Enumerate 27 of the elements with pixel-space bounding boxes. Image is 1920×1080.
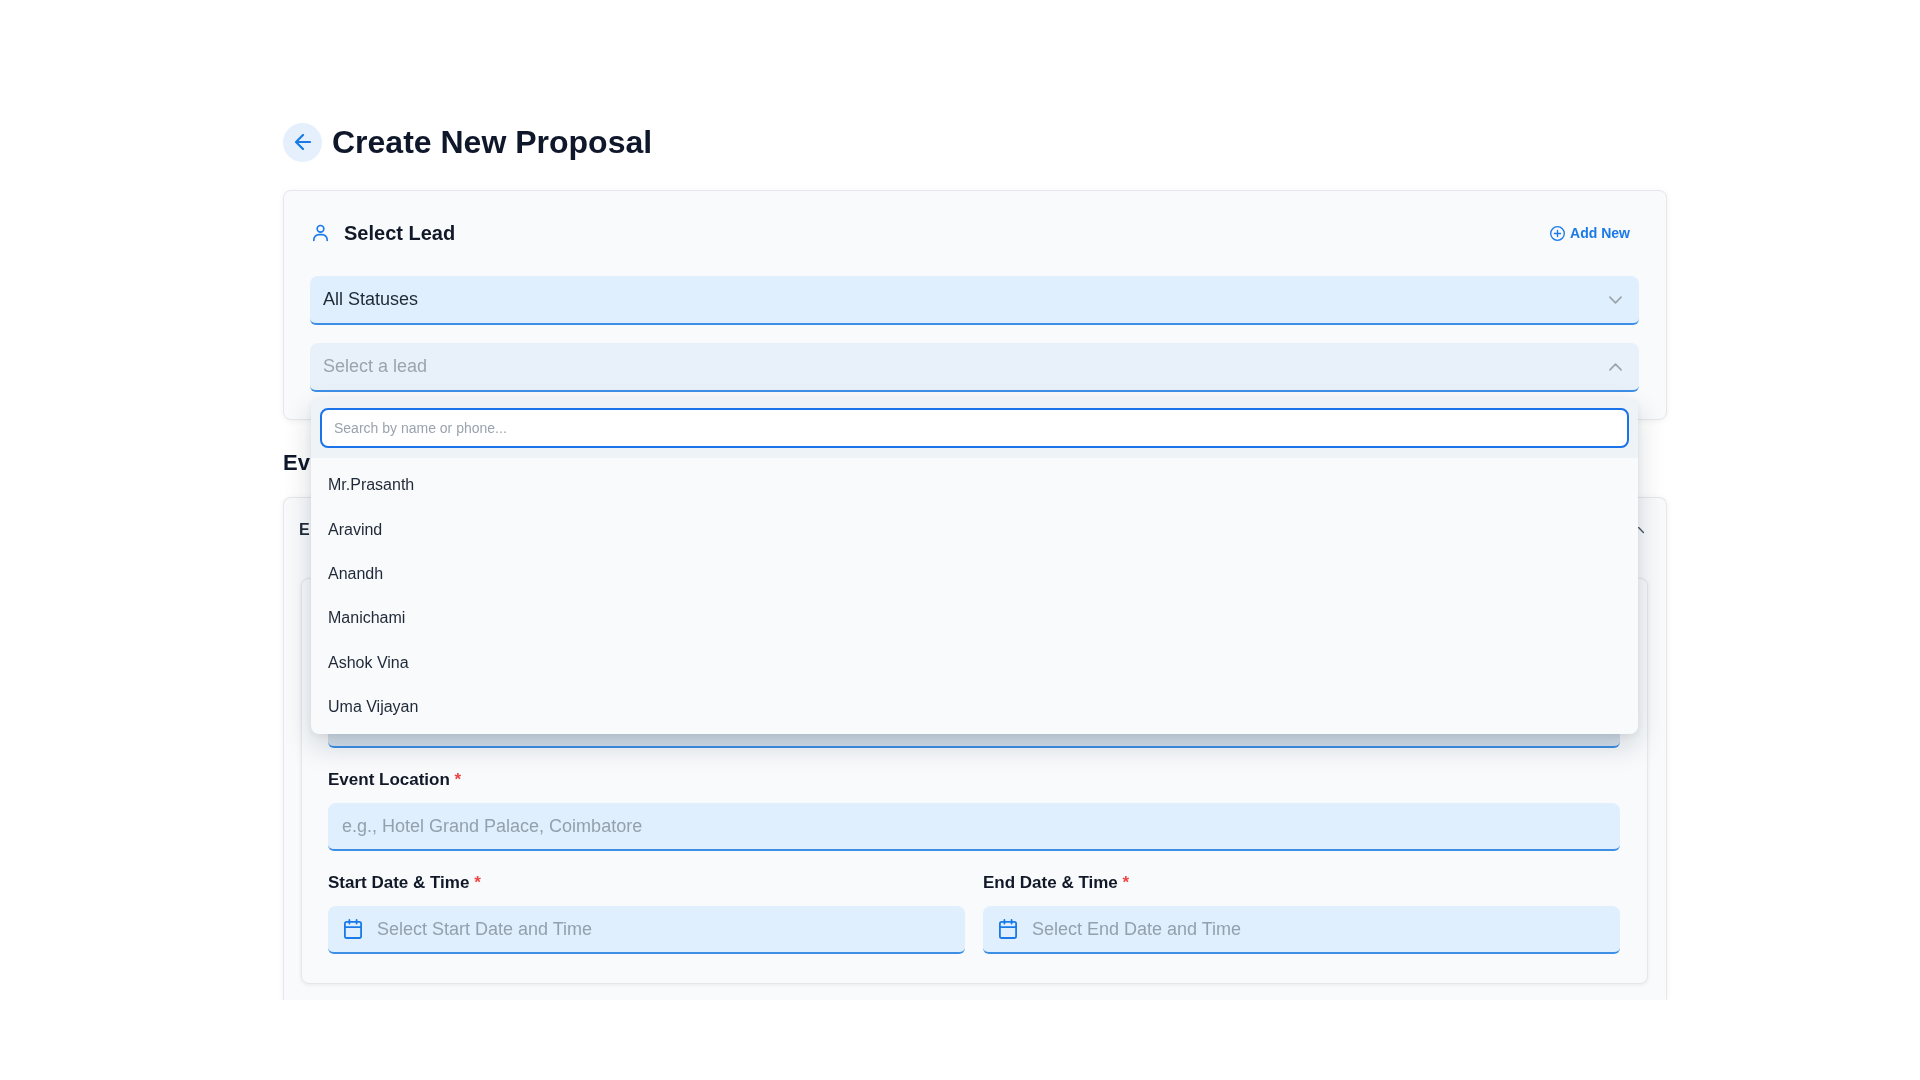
- location-input[interactable]: e.g., Hotel Grand Palace, Coimbatore: [328, 803, 1620, 851]
- section-title: Select Lead: [344, 221, 456, 245]
- page-title: Create New Proposal: [332, 123, 653, 162]
- status-select[interactable]: All Statuses: [310, 276, 1639, 325]
- field-label: End Date & Time *: [983, 872, 1131, 894]
- field-label: Event Location *: [328, 769, 463, 791]
- lead-option[interactable]: Manichami: [311, 596, 1638, 641]
- lead-option[interactable]: Uma Vijayan: [311, 684, 1638, 730]
- add-new-link[interactable]: Add New: [1550, 225, 1630, 241]
- calendar-icon: [344, 919, 362, 939]
- search-field[interactable]: Search by name or phone...: [320, 408, 1629, 448]
- input-field[interactable]: [328, 734, 1620, 748]
- date-input[interactable]: Select Start Date and Time: [328, 906, 965, 954]
- field-label: Start Date & Time *: [328, 872, 482, 894]
- lead-option[interactable]: Aravind: [311, 507, 1638, 552]
- card-title: E: [299, 521, 310, 539]
- lead-option[interactable]: Anandh: [311, 551, 1638, 597]
- back-button[interactable]: [283, 122, 322, 162]
- plus-circle-icon: [1550, 225, 1566, 241]
- calendar-icon: [999, 919, 1017, 939]
- date-input[interactable]: Select End Date and Time: [983, 906, 1620, 954]
- chevron-icon: [1638, 526, 1644, 534]
- arrow-left-icon: [294, 134, 311, 150]
- user-icon: [313, 224, 328, 242]
- lead-option[interactable]: Ashok Vina: [311, 640, 1638, 685]
- section-heading: Ev: [283, 449, 311, 477]
- lead-option[interactable]: Mr.Prasanth: [311, 463, 1638, 508]
